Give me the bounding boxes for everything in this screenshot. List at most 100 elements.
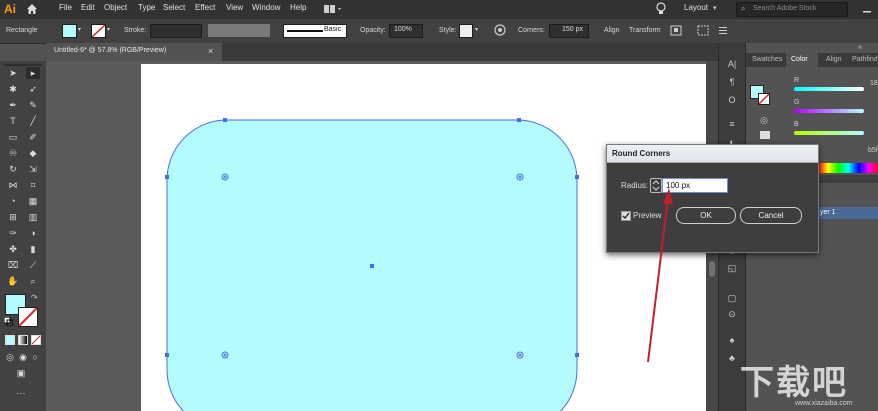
draw-mode-icon[interactable]: ◎ — [3, 351, 17, 363]
selection-tool-icon[interactable]: ➤ — [6, 67, 20, 79]
lightbulb-icon[interactable] — [656, 2, 666, 16]
chevron-down-icon[interactable]: ▾ — [475, 26, 478, 33]
chevron-down-icon[interactable]: ▾ — [713, 4, 717, 12]
arrange-documents-icon[interactable] — [324, 4, 342, 14]
character-panel-icon[interactable]: A| — [724, 57, 740, 71]
layers-panel-icon[interactable]: ◱ — [724, 261, 740, 275]
screen-mode-icon[interactable]: ▣ — [14, 367, 28, 379]
stroke-color-box[interactable] — [18, 307, 38, 327]
menu-object[interactable]: Object — [104, 3, 127, 12]
eraser-tool-icon[interactable]: ◆ — [26, 147, 40, 159]
transform-link[interactable]: Transform — [629, 27, 661, 34]
type-tool-icon[interactable]: T — [6, 115, 20, 127]
chevron-down-icon[interactable]: ▾ — [78, 26, 81, 33]
dialog-titlebar[interactable]: Round Corners — [607, 145, 818, 163]
opacity-field[interactable]: 100% — [389, 24, 423, 38]
gradient-tool-icon[interactable]: ▥ — [26, 211, 40, 223]
menu-view[interactable]: View — [226, 3, 243, 12]
fill-swatch[interactable] — [62, 24, 77, 38]
style-swatch[interactable] — [459, 24, 473, 38]
panel-menu-icon[interactable] — [718, 25, 728, 36]
menu-effect[interactable]: Effect — [195, 3, 215, 12]
default-fill-stroke-icon[interactable] — [3, 316, 14, 327]
stroke-swatch[interactable] — [91, 24, 106, 38]
zoom-tool-icon[interactable]: ⌕ — [26, 275, 40, 287]
width-tool-icon[interactable]: ⋈ — [6, 179, 20, 191]
radius-input[interactable]: 100 px — [662, 178, 728, 193]
corners-field[interactable]: 150 px — [549, 24, 589, 38]
free-transform-tool-icon[interactable]: ⌗ — [26, 179, 40, 191]
document-tab[interactable]: Untitled-6* @ 57.8% (RGB/Preview) × — [46, 43, 222, 61]
collapse-panels-icon[interactable]: « — [858, 44, 862, 51]
tab-align[interactable]: Align — [826, 56, 842, 63]
mesh-tool-icon[interactable]: ⊞ — [6, 211, 20, 223]
none-mode-icon[interactable] — [31, 335, 41, 345]
rotate-tool-icon[interactable]: ↻ — [6, 163, 20, 175]
scrollbar-thumb[interactable] — [709, 261, 715, 277]
isolate-group-icon[interactable] — [670, 25, 682, 36]
properties-panel-icon[interactable]: ≡ — [724, 117, 740, 131]
cancel-button[interactable]: Cancel — [740, 207, 802, 224]
paragraph-panel-icon[interactable]: ¶ — [724, 75, 740, 89]
gradient-mode-icon[interactable] — [18, 335, 28, 345]
channel-b-slider[interactable] — [794, 131, 864, 135]
lasso-tool-icon[interactable]: ➶ — [26, 83, 40, 95]
direct-selection-tool-icon[interactable]: ▸ — [26, 67, 40, 79]
layer-row[interactable]: yer 1 — [818, 207, 878, 219]
radius-stepper[interactable] — [650, 178, 662, 193]
channel-r-value[interactable]: 18 — [870, 80, 878, 87]
menu-type[interactable]: Type — [138, 3, 155, 12]
minimize-button[interactable] — [862, 4, 872, 14]
web-safe-icon[interactable] — [760, 131, 770, 139]
tab-color[interactable]: Color — [791, 56, 808, 63]
swap-fill-stroke-icon[interactable]: ↷ — [31, 293, 41, 303]
hex-value[interactable]: b5ff — [868, 147, 878, 154]
column-graph-tool-icon[interactable]: ▮ — [26, 243, 40, 255]
color-mode-icon[interactable] — [5, 335, 15, 345]
rectangle-tool-icon[interactable]: ▭ — [6, 131, 20, 143]
line-tool-icon[interactable]: ╱ — [26, 115, 40, 127]
menu-file[interactable]: File — [59, 3, 72, 12]
menu-help[interactable]: Help — [290, 3, 306, 12]
brush-definition-field[interactable]: Basic — [283, 24, 347, 38]
eyedropper-tool-icon[interactable]: ✑ — [6, 227, 20, 239]
artboard-tool-icon[interactable]: ⌧ — [6, 259, 20, 271]
symbol-library-panel-icon[interactable]: ♣ — [724, 351, 740, 365]
preview-checkbox[interactable] — [621, 211, 631, 221]
curvature-tool-icon[interactable]: ✎ — [26, 99, 40, 111]
ok-button[interactable]: OK — [676, 207, 736, 224]
workspace-switcher[interactable]: Layout — [684, 3, 708, 12]
color-spectrum[interactable] — [818, 163, 878, 173]
transform-each-icon[interactable] — [697, 25, 709, 36]
out-of-gamut-icon[interactable]: ◎ — [760, 115, 768, 126]
magic-wand-tool-icon[interactable]: ✱ — [6, 83, 20, 95]
tab-swatches[interactable]: Swatches — [752, 56, 782, 63]
menu-window[interactable]: Window — [252, 3, 280, 12]
blend-tool-icon[interactable]: ◑ — [26, 227, 40, 239]
menu-edit[interactable]: Edit — [81, 3, 95, 12]
tab-pathfinder[interactable]: Pathfind — [852, 56, 878, 63]
symbol-sprayer-tool-icon[interactable]: ✤ — [6, 243, 20, 255]
color-stroke-swatch[interactable] — [758, 93, 770, 105]
recolor-artwork-icon[interactable] — [494, 24, 506, 36]
opentype-panel-icon[interactable]: O — [724, 93, 740, 107]
close-icon[interactable]: × — [208, 46, 213, 56]
draw-inside-icon[interactable]: ○ — [28, 351, 42, 363]
variable-width-field[interactable] — [208, 24, 270, 37]
slice-tool-icon[interactable]: ⟋ — [26, 259, 40, 271]
hand-tool-icon[interactable]: ✋ — [6, 275, 20, 287]
channel-g-slider[interactable] — [794, 109, 864, 113]
artboards-panel-icon[interactable]: ▢ — [724, 291, 740, 305]
pen-tool-icon[interactable]: ✒ — [6, 99, 20, 111]
menu-select[interactable]: Select — [163, 3, 185, 12]
links-panel-icon[interactable]: ⊙ — [724, 307, 740, 321]
chevron-down-icon[interactable]: ▾ — [107, 26, 110, 33]
channel-r-slider[interactable] — [794, 87, 864, 91]
stroke-weight-field[interactable] — [150, 24, 202, 38]
paintbrush-tool-icon[interactable]: ✐ — [26, 131, 40, 143]
shape-builder-tool-icon[interactable]: ◔ — [6, 195, 20, 207]
shaper-tool-icon[interactable]: ♾ — [6, 147, 20, 159]
scale-tool-icon[interactable]: ⇲ — [26, 163, 40, 175]
home-icon[interactable] — [26, 3, 38, 15]
stock-search-input[interactable]: ⌕ Search Adobe Stock — [736, 2, 848, 17]
